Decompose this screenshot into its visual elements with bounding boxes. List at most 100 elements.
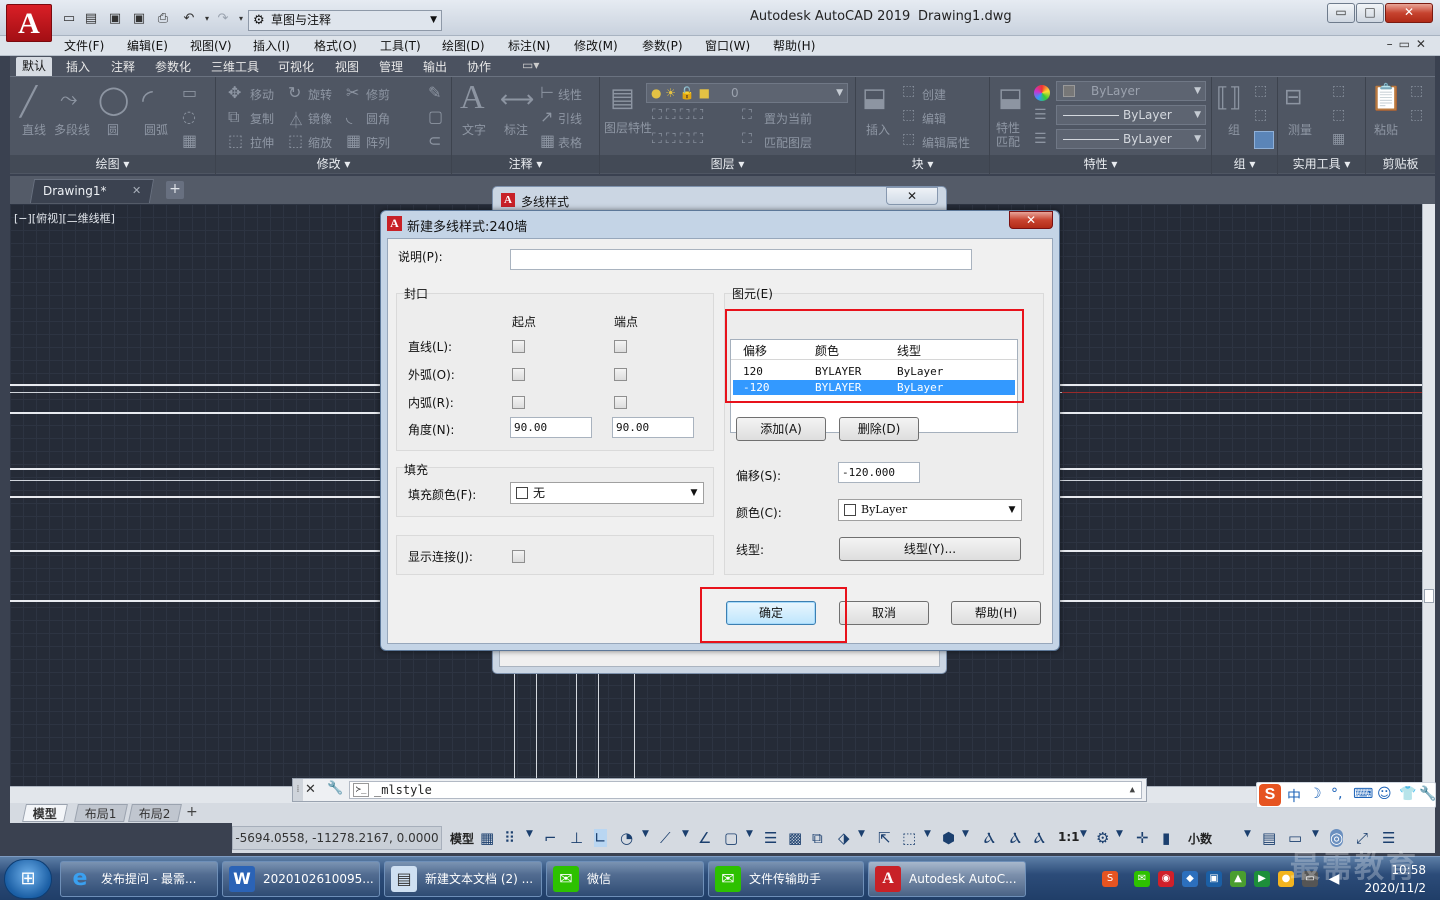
panel-title-groups[interactable]: 组 ▾ [1212, 155, 1277, 173]
transparency-icon[interactable]: ▩ [788, 829, 802, 847]
document-window-controls[interactable]: –▭✕ [1387, 37, 1432, 51]
panel-title-utilities[interactable]: 实用工具 ▾ [1278, 155, 1365, 173]
tool-measure[interactable]: 测量 [1288, 121, 1312, 138]
command-input[interactable]: ≻_ _mlstyle ▲ [349, 781, 1142, 799]
menu-tools[interactable]: 工具(T) [380, 37, 421, 54]
ribbon-toggle-icon[interactable]: ▭▾ [522, 58, 539, 72]
infer-constraints-icon[interactable]: ⌐ [544, 829, 557, 847]
mirror-icon[interactable]: ⏃ [288, 107, 304, 131]
redo-icon[interactable]: ↷ [214, 10, 232, 27]
3d-osnap-icon[interactable]: ⬗ [838, 829, 850, 847]
menu-insert[interactable]: 插入(I) [253, 37, 290, 54]
group-icon[interactable]: ⟦⟧ [1216, 83, 1242, 113]
tool-create[interactable]: 创建 [922, 86, 946, 103]
lineweight-icon[interactable]: ☰ [1034, 131, 1047, 147]
tab-insert[interactable]: 插入 [66, 58, 90, 75]
tool-array[interactable]: 阵列 [366, 134, 390, 151]
tool-move[interactable]: 移动 [250, 86, 274, 103]
isodraft-icon[interactable]: ⟋ [660, 829, 671, 847]
viewport-controls[interactable]: [−][俯视][二维线框] [14, 210, 115, 226]
application-menu-button[interactable]: A [6, 4, 52, 42]
skin-icon[interactable]: 👕 [1399, 786, 1416, 802]
taskbar-item-word[interactable]: W 2020102610095... [222, 861, 380, 897]
menu-draw[interactable]: 绘图(D) [442, 37, 485, 54]
chevron-down-icon[interactable]: ▼ [1312, 829, 1319, 839]
menu-format[interactable]: 格式(O) [314, 37, 357, 54]
tab-output[interactable]: 输出 [423, 58, 447, 75]
close-icon[interactable]: ✕ [305, 782, 316, 797]
tab-model[interactable]: 模型 [22, 804, 68, 822]
snap-icon[interactable]: ⠿ [504, 829, 515, 847]
tool-leader[interactable]: 引线 [558, 110, 582, 127]
lineweight-toggle-icon[interactable]: ☰ [764, 829, 777, 847]
scroll-thumb[interactable] [1424, 589, 1434, 603]
delete-button[interactable]: 删除(D) [839, 417, 919, 441]
chevron-down-icon[interactable]: ▼ [924, 829, 931, 839]
object-snap-icon[interactable]: ▢ [724, 829, 738, 847]
outer-arc-end-checkbox[interactable] [614, 368, 627, 381]
group-select-icon[interactable] [1254, 131, 1274, 149]
tool-line[interactable]: 直线 [22, 121, 46, 138]
tool-trim[interactable]: 修剪 [366, 86, 390, 103]
print-icon[interactable]: ⎙ [154, 10, 172, 27]
help-button[interactable]: 帮助(H) [951, 601, 1041, 625]
insert-block-icon[interactable]: ⬓ [862, 83, 887, 113]
start-button[interactable]: ⊞ [4, 859, 52, 899]
dynamic-ucs-icon[interactable]: ⇱ [878, 829, 891, 847]
tool-layer-properties[interactable]: 图层特性 [604, 121, 652, 135]
user-icon[interactable]: ☺ [1377, 786, 1392, 802]
units-icon[interactable]: ▮ [1162, 829, 1170, 847]
weibo-tray-icon[interactable]: ◉ [1158, 871, 1174, 887]
security-tray-icon[interactable]: ◆ [1182, 871, 1198, 887]
table-grid-icon[interactable]: ▦ [182, 131, 197, 150]
wrench-icon[interactable]: 🔧 [327, 781, 343, 796]
stretch-icon[interactable]: ⬚ [228, 131, 243, 150]
tab-collaborate[interactable]: 协作 [467, 58, 491, 75]
annotation-visibility-icon[interactable]: Ⲁ [984, 829, 995, 847]
group-edit-icon[interactable]: ⬚ [1254, 107, 1267, 123]
menu-edit[interactable]: 编辑(E) [127, 37, 168, 54]
cut-icon[interactable]: ⬚ [1410, 83, 1423, 99]
ime-language[interactable]: 中 [1287, 786, 1301, 806]
tab-annotate[interactable]: 注释 [111, 58, 135, 75]
tool-table[interactable]: 表格 [558, 134, 582, 151]
tab-view[interactable]: 视图 [335, 58, 359, 75]
outer-arc-start-checkbox[interactable] [512, 368, 525, 381]
workspace-selector[interactable]: ⚙ 草图与注释 ▼ [248, 10, 442, 31]
polyline-icon[interactable]: ⤳ [60, 87, 78, 112]
taskbar-item-wechat[interactable]: ✉ 微信 [546, 861, 704, 897]
tab-default[interactable]: 默认 [16, 57, 53, 76]
tab-layout2[interactable]: 布局2 [128, 804, 182, 822]
close-button[interactable]: ✕ [886, 187, 938, 205]
tool-insert[interactable]: 插入 [866, 121, 890, 138]
open-file-icon[interactable]: ▤ [82, 10, 100, 27]
tab-parametric[interactable]: 参数化 [155, 58, 191, 75]
menu-view[interactable]: 视图(V) [190, 37, 232, 54]
inner-arc-start-checkbox[interactable] [512, 396, 525, 409]
tab-3d-tools[interactable]: 三维工具 [211, 58, 259, 75]
tool-polyline[interactable]: 多段线 [54, 121, 90, 138]
network-drive-tray-icon[interactable]: ▣ [1206, 871, 1222, 887]
wrench-icon[interactable]: 🔧 [1419, 786, 1436, 802]
tool-match-layer[interactable]: 匹配图层 [764, 134, 812, 151]
tool-fillet[interactable]: 圆角 [366, 110, 390, 127]
utility-icon-1[interactable]: ⬚ [1332, 83, 1345, 99]
new-tab-button[interactable]: + [166, 181, 184, 199]
chevron-down-icon[interactable]: ▼ [858, 829, 865, 839]
copy-icon[interactable]: ⧉ [228, 107, 239, 127]
chevron-up-icon[interactable]: ▲ [1130, 782, 1135, 798]
color-select[interactable]: ByLayer ▼ [838, 499, 1022, 521]
panel-title-properties[interactable]: 特性 ▾ [990, 155, 1211, 173]
linetype-selector[interactable]: ByLayer ▼ [1056, 105, 1206, 125]
selection-cycling-icon[interactable]: ⧉ [812, 829, 823, 847]
layer-selector[interactable]: ● ☀ 🔓 ■ 0 ▼ [646, 83, 848, 103]
move-icon[interactable]: ✥ [228, 83, 241, 102]
app-tray-icon[interactable]: ▲ [1230, 871, 1246, 887]
panel-title-annotation[interactable]: 注释 ▾ [452, 155, 599, 173]
model-space-toggle[interactable]: 模型 [450, 830, 474, 847]
add-button[interactable]: 添加(A) [736, 417, 826, 441]
save-icon[interactable]: ▣ [106, 10, 124, 27]
description-input[interactable] [510, 249, 972, 270]
offset-icon[interactable]: ⊂ [428, 131, 441, 150]
create-block-icon[interactable]: ⬚ [902, 83, 915, 99]
